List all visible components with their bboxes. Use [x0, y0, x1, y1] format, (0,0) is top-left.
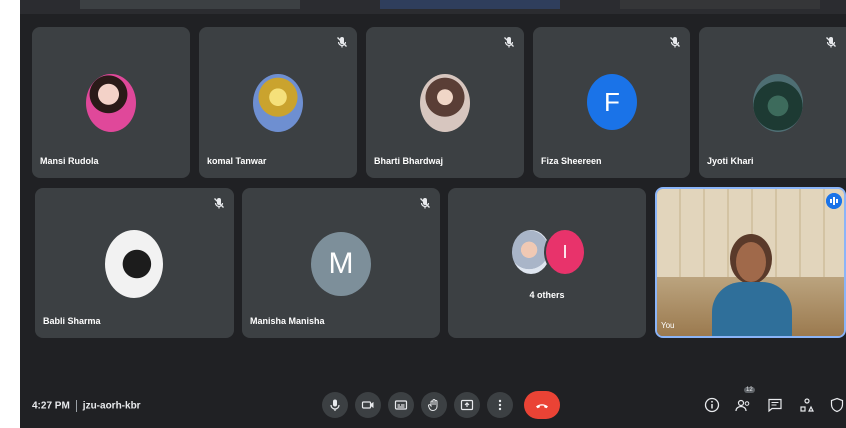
- participant-tile[interactable]: F Fiza Sheereen: [533, 27, 690, 178]
- self-video-tile[interactable]: You: [655, 187, 846, 338]
- participant-initial-avatar: F: [587, 74, 637, 130]
- self-video-feed: [657, 189, 844, 336]
- participant-name: Mansi Rudola: [40, 156, 99, 166]
- mic-button[interactable]: [322, 392, 348, 418]
- more-vert-icon: [498, 399, 502, 411]
- mic-off-icon: [337, 37, 347, 48]
- present-icon: [460, 399, 474, 411]
- people-button[interactable]: 12: [734, 387, 755, 414]
- top-strip-segment: [620, 0, 820, 9]
- camera-icon: [361, 401, 374, 409]
- others-count-label: 4 others: [529, 290, 565, 300]
- mic-off-icon: [826, 37, 836, 48]
- chat-button[interactable]: [766, 396, 784, 414]
- people-icon: [735, 399, 750, 412]
- mic-icon: [330, 399, 340, 411]
- activities-button[interactable]: [798, 396, 816, 414]
- present-screen-button[interactable]: [454, 392, 480, 418]
- participant-tile[interactable]: M Manisha Manisha: [242, 188, 440, 338]
- mic-off-icon: [420, 198, 430, 209]
- top-strip-segment: [380, 0, 560, 9]
- top-strip-segment: [80, 0, 300, 9]
- host-controls-button[interactable]: [828, 396, 846, 414]
- participant-tile[interactable]: komal Tanwar: [199, 27, 357, 178]
- participant-avatar: [753, 74, 803, 132]
- participant-name: Jyoti Khari: [707, 156, 754, 166]
- meeting-code: jzu-aorh-kbr: [82, 400, 141, 412]
- participant-name: komal Tanwar: [207, 156, 267, 166]
- video-person-face: [736, 242, 766, 282]
- participant-initial-avatar: M: [311, 232, 371, 296]
- info-icon: [704, 397, 720, 413]
- participant-avatar: [105, 230, 163, 298]
- participant-tile[interactable]: Mansi Rudola: [32, 27, 190, 178]
- participant-name: Bharti Bhardwaj: [374, 156, 444, 166]
- more-options-button[interactable]: [487, 392, 513, 418]
- captions-button[interactable]: [388, 392, 414, 418]
- hand-icon: [427, 399, 438, 412]
- bottom-control-bar: 4:27 PM jzu-aorh-kbr 12: [20, 380, 846, 428]
- participant-tile[interactable]: Babli Sharma: [35, 188, 234, 338]
- meeting-time: 4:27 PM: [32, 400, 70, 412]
- mic-off-icon: [504, 37, 514, 48]
- raise-hand-button[interactable]: [421, 392, 447, 418]
- video-person-body: [712, 282, 792, 336]
- top-strip: [20, 0, 846, 14]
- others-initial-avatar: I: [544, 228, 586, 276]
- meeting-details-button[interactable]: [703, 396, 721, 414]
- mic-off-icon: [670, 37, 680, 48]
- video-person: [712, 234, 792, 336]
- page-margin: [0, 0, 20, 428]
- hang-up-icon: [536, 404, 548, 409]
- chat-icon: [768, 398, 782, 413]
- activities-icon: [800, 398, 814, 412]
- participant-tile[interactable]: Jyoti Khari: [699, 27, 846, 178]
- participant-avatar: [86, 74, 136, 132]
- participant-name: Fiza Sheereen: [541, 156, 602, 166]
- participant-name: Manisha Manisha: [250, 316, 325, 326]
- camera-button[interactable]: [355, 392, 381, 418]
- others-tile[interactable]: I 4 others: [448, 188, 646, 338]
- shield-icon: [830, 397, 844, 413]
- participant-avatar: [420, 74, 470, 132]
- participant-name: Babli Sharma: [43, 316, 101, 326]
- meet-window: Mansi Rudola komal Tanwar Bharti Bhardwa…: [20, 0, 846, 428]
- mic-off-icon: [214, 198, 224, 209]
- participant-avatar: [253, 74, 303, 132]
- end-call-button[interactable]: [524, 391, 560, 419]
- people-count-badge: 12: [744, 387, 755, 393]
- info-separator: [75, 400, 77, 412]
- participant-tile[interactable]: Bharti Bhardwaj: [366, 27, 524, 178]
- self-video-label: You: [661, 321, 675, 330]
- audio-indicator-icon: [826, 193, 842, 209]
- meeting-info: 4:27 PM jzu-aorh-kbr: [32, 400, 141, 412]
- captions-icon: [394, 400, 408, 410]
